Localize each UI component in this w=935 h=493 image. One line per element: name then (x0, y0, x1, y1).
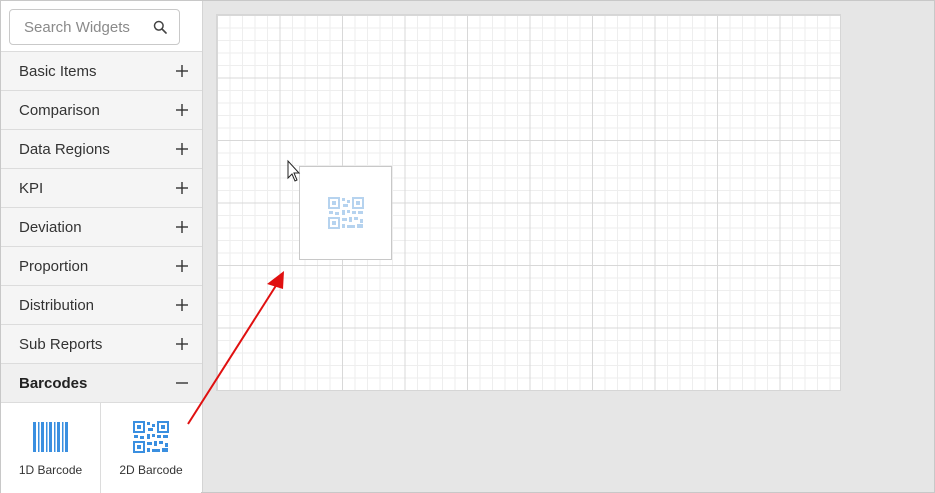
barcode-widgets: 1D Barcode 2D Barcode (1, 403, 202, 493)
category-label: Sub Reports (19, 335, 103, 353)
widget-2d-barcode[interactable]: 2D Barcode (101, 403, 201, 493)
category-sub-reports[interactable]: Sub Reports (1, 325, 202, 364)
plus-icon[interactable] (176, 221, 188, 233)
category-proportion[interactable]: Proportion (1, 247, 202, 286)
plus-icon[interactable] (176, 260, 188, 272)
search-box (9, 9, 180, 45)
category-label: Deviation (19, 218, 82, 236)
category-data-regions[interactable]: Data Regions (1, 130, 202, 169)
drag-preview-2d-barcode[interactable] (299, 166, 392, 260)
barcode-1d-icon (31, 421, 70, 453)
category-label: Distribution (19, 296, 95, 314)
plus-icon[interactable] (176, 299, 188, 311)
category-comparison[interactable]: Comparison (1, 91, 202, 130)
widget-label: 2D Barcode (119, 463, 183, 477)
category-label: Comparison (19, 101, 100, 119)
plus-icon[interactable] (176, 338, 188, 350)
category-basic-items[interactable]: Basic Items (1, 52, 202, 91)
plus-icon[interactable] (176, 143, 188, 155)
category-label: Barcodes (19, 374, 88, 392)
search-icon[interactable] (153, 20, 167, 34)
qr-code-icon (133, 421, 169, 453)
plus-icon[interactable] (176, 65, 188, 77)
widget-panel: Basic Items Comparison Data Regions KPI … (1, 1, 203, 493)
search-container (1, 1, 202, 52)
category-label: Data Regions (19, 140, 110, 158)
report-designer: Basic Items Comparison Data Regions KPI … (0, 0, 935, 493)
plus-icon[interactable] (176, 182, 188, 194)
category-barcodes[interactable]: Barcodes (1, 364, 202, 403)
category-label: Proportion (19, 257, 89, 275)
category-kpi[interactable]: KPI (1, 169, 202, 208)
category-deviation[interactable]: Deviation (1, 208, 202, 247)
category-distribution[interactable]: Distribution (1, 286, 202, 325)
widget-1d-barcode[interactable]: 1D Barcode (1, 403, 101, 493)
widget-label: 1D Barcode (18, 463, 83, 477)
category-label: Basic Items (19, 62, 97, 80)
qr-code-icon (327, 197, 364, 229)
plus-icon[interactable] (176, 104, 188, 116)
minus-icon[interactable] (176, 377, 188, 389)
category-label: KPI (19, 179, 44, 197)
